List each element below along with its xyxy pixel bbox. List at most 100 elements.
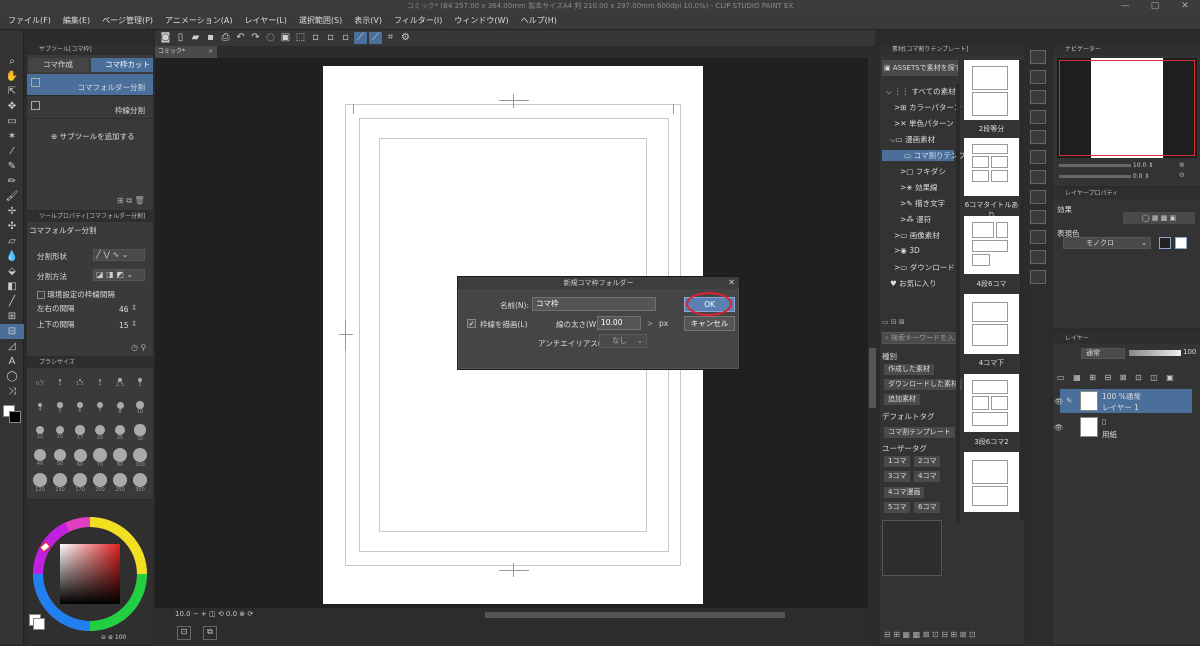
- tree-drawn-text[interactable]: >✎ 描き文字: [900, 198, 945, 209]
- snap-grid-icon[interactable]: ⌗: [384, 32, 397, 44]
- navigator-preview[interactable]: [1057, 58, 1197, 158]
- sub-color-swatch[interactable]: [33, 618, 45, 630]
- color-swatch-icon[interactable]: [0, 403, 24, 425]
- effect-buttons[interactable]: ◯ ▦ ▩ ▣: [1123, 212, 1195, 224]
- tree-download[interactable]: >▭ ダウンロード: [894, 262, 955, 273]
- thumb-scrollbar[interactable]: [1020, 60, 1024, 520]
- tree-image-material[interactable]: >▭ 画像素材: [894, 230, 940, 241]
- tree-manga-material[interactable]: ⌵▭ 漫画素材: [890, 134, 935, 145]
- dock-material-icon-11[interactable]: [1030, 270, 1046, 284]
- zoom-icon[interactable]: ⌕: [0, 54, 24, 69]
- env-gap-row[interactable]: 環境設定の枠線間隔: [27, 289, 153, 300]
- brush-size-cell[interactable]: 150: [51, 473, 69, 497]
- thumb-extra[interactable]: [964, 452, 1019, 512]
- opacity-value[interactable]: 100: [1183, 348, 1196, 356]
- brush-size-cell[interactable]: 7: [91, 398, 109, 422]
- ok-button[interactable]: OK: [684, 297, 735, 312]
- brush-size-cell[interactable]: 300: [131, 473, 149, 497]
- layer-row[interactable]: 👁 ✎ 100 %通常 レイヤー 1: [1054, 389, 1192, 413]
- brush-size-cell[interactable]: 30: [131, 423, 149, 447]
- close-tab-icon[interactable]: ×: [208, 46, 213, 58]
- brush-size-cell[interactable]: 250: [111, 473, 129, 497]
- dock-material-icon[interactable]: [1030, 70, 1046, 84]
- frame-tool-icon[interactable]: ⊟: [0, 324, 24, 339]
- brush-size-cell[interactable]: 1: [51, 373, 69, 397]
- selection-icon[interactable]: ▭: [0, 114, 24, 129]
- tree-color-pattern[interactable]: >⊞ カラーパターン: [894, 102, 961, 113]
- horizontal-scroll-thumb[interactable]: [485, 612, 785, 618]
- preview-icon[interactable]: ⧉: [203, 626, 217, 640]
- navigator-zoom-row[interactable]: 10.0 ⇕: [1059, 162, 1169, 169]
- eyedropper-icon[interactable]: ⁄: [0, 144, 24, 159]
- tree-balloon[interactable]: >▢ フキダシ: [900, 166, 946, 177]
- dock-search-icon[interactable]: [1030, 50, 1046, 64]
- dock-material-icon-3[interactable]: [1030, 110, 1046, 124]
- tab-frame-cut[interactable]: コマ枠カット: [91, 58, 153, 72]
- navigator-actions[interactable]: ⊕ ⊖: [1179, 160, 1185, 180]
- correct-line-icon[interactable]: ⤨: [0, 384, 24, 399]
- lr-gap-spinner-icon[interactable]: ⇕: [131, 303, 137, 312]
- figure-icon[interactable]: ╱: [0, 294, 24, 309]
- add-sub-tool-button[interactable]: ⊕ サブツールを追加する: [51, 131, 135, 142]
- dock-material-icon-6[interactable]: [1030, 170, 1046, 184]
- brush-size-cell[interactable]: 3: [131, 373, 149, 397]
- open-folder-icon[interactable]: ▰: [189, 32, 202, 44]
- print-icon[interactable]: ⎙: [219, 32, 232, 44]
- snap-ruler-icon[interactable]: ⟋: [354, 32, 367, 44]
- thumb-6koma-title[interactable]: [964, 138, 1019, 196]
- tag-created[interactable]: 作成した素材: [884, 364, 934, 375]
- tool-property-actions[interactable]: ◷ ⚲: [131, 343, 146, 352]
- draw-border-checkbox[interactable]: ✓: [467, 319, 476, 328]
- brush-size-cell[interactable]: 17: [71, 423, 89, 447]
- pencil-icon[interactable]: ✏: [0, 174, 24, 189]
- close-window-button[interactable]: ✕: [1170, 0, 1200, 12]
- sub-tool-actions[interactable]: ⊞ ⧉ 🗑: [117, 196, 145, 206]
- brush-size-cell[interactable]: 2.5: [111, 373, 129, 397]
- dock-material-icon-8[interactable]: [1030, 210, 1046, 224]
- tree-mono-pattern[interactable]: >✕ 単色パターン: [894, 118, 954, 129]
- pen-icon[interactable]: ✎: [0, 159, 24, 174]
- env-gap-checkbox[interactable]: [37, 291, 45, 299]
- text-icon[interactable]: A: [0, 354, 24, 369]
- dock-material-icon-10[interactable]: [1030, 250, 1046, 264]
- brush-size-cell[interactable]: 80: [111, 448, 129, 472]
- brush-size-cell[interactable]: 100: [131, 448, 149, 472]
- split-method-select[interactable]: ◪ ◨ ◩ ⌄: [93, 269, 145, 281]
- tb-gap-spinner-icon[interactable]: ⇕: [131, 319, 137, 328]
- redo-icon[interactable]: ↷: [249, 32, 262, 44]
- brush-size-cell[interactable]: 6: [71, 398, 89, 422]
- snap-special-ruler-icon[interactable]: ⟋: [369, 32, 382, 44]
- brush-size-cell[interactable]: 60: [71, 448, 89, 472]
- brush-size-cell[interactable]: 25: [111, 423, 129, 447]
- tree-frame-template[interactable]: ▭ コマ割りテンプ: [882, 150, 966, 161]
- split-shape-select[interactable]: ╱ ⋁ ∿ ⌄: [93, 249, 145, 261]
- navigator-angle-row[interactable]: 0.0 ⇕: [1059, 173, 1169, 180]
- line-width-arrow[interactable]: >: [647, 319, 653, 328]
- invert-selection-icon[interactable]: ▫: [324, 32, 337, 44]
- tree-3d[interactable]: >◉ 3D: [894, 246, 920, 255]
- fill-tool-icon[interactable]: ⬙: [0, 264, 24, 279]
- brush-size-cell[interactable]: 5: [51, 398, 69, 422]
- lr-gap-value[interactable]: 46: [119, 305, 129, 314]
- tag-downloaded[interactable]: ダウンロードした素材: [884, 379, 962, 390]
- balloon-icon[interactable]: ◯: [0, 369, 24, 384]
- blend-icon[interactable]: 💧: [0, 249, 24, 264]
- decoration-icon[interactable]: ✣: [0, 219, 24, 234]
- white-color-button[interactable]: [1175, 237, 1187, 249]
- vertical-scroll-thumb[interactable]: [869, 348, 876, 408]
- tag-3koma[interactable]: 3コマ: [884, 471, 911, 482]
- frame-border-icon[interactable]: ⊞: [0, 309, 24, 324]
- menu-selection[interactable]: 選択範囲(S): [299, 15, 342, 26]
- hand-icon[interactable]: ✋: [0, 69, 24, 84]
- blend-mode-select[interactable]: 通常: [1081, 348, 1125, 359]
- assets-search-button[interactable]: ▣ ASSETSで素材を探す: [882, 60, 958, 76]
- menu-window[interactable]: ウィンドウ(W): [454, 15, 508, 26]
- dock-material-icon-4[interactable]: [1030, 130, 1046, 144]
- menu-help[interactable]: ヘルプ(H): [521, 15, 557, 26]
- operation-icon[interactable]: ⇱: [0, 84, 24, 99]
- material-search-input[interactable]: ⌕ 検索キーワードを入: [882, 332, 958, 344]
- expression-select[interactable]: モノクロ ⌄: [1063, 237, 1151, 249]
- brush-size-cell[interactable]: 2: [91, 373, 109, 397]
- menu-view[interactable]: 表示(V): [354, 15, 382, 26]
- clip-studio-icon[interactable]: ◙: [159, 32, 172, 44]
